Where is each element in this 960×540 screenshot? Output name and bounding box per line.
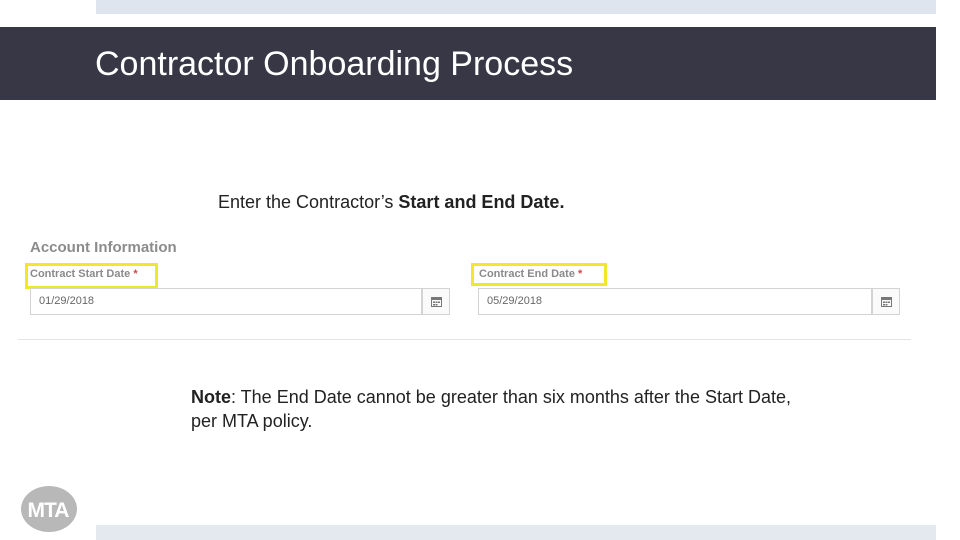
- account-information-heading: Account Information: [30, 239, 177, 256]
- calendar-icon: [430, 297, 442, 307]
- contract-start-date-label: Contract Start Date *: [30, 268, 138, 280]
- section-divider: [18, 339, 911, 340]
- policy-note: Note: The End Date cannot be greater tha…: [191, 385, 811, 433]
- contract-start-date-input[interactable]: 01/29/2018: [30, 288, 422, 315]
- mta-logo: MTA: [21, 486, 77, 532]
- required-marker: *: [578, 268, 583, 280]
- instruction-prefix: Enter the Contractor’s: [218, 192, 399, 212]
- mta-logo-text: MTA: [28, 499, 70, 522]
- start-label-text: Contract Start Date: [30, 268, 131, 280]
- instruction-text: Enter the Contractor’s Start and End Dat…: [218, 191, 564, 213]
- note-label: Note: [191, 387, 231, 407]
- end-date-calendar-button[interactable]: [872, 288, 900, 315]
- calendar-icon: [880, 297, 892, 307]
- contract-end-date-label: Contract End Date *: [479, 268, 582, 280]
- bottom-accent-strip: [96, 525, 936, 540]
- contract-end-date-input[interactable]: 05/29/2018: [478, 288, 872, 315]
- slide-title: Contractor Onboarding Process: [95, 45, 574, 83]
- end-label-text: Contract End Date: [479, 268, 575, 280]
- top-accent-strip: [96, 0, 936, 14]
- instruction-emphasis: Start and End Date.: [398, 192, 565, 212]
- start-date-calendar-button[interactable]: [422, 288, 450, 315]
- required-marker: *: [133, 268, 138, 280]
- note-text: : The End Date cannot be greater than si…: [191, 387, 791, 431]
